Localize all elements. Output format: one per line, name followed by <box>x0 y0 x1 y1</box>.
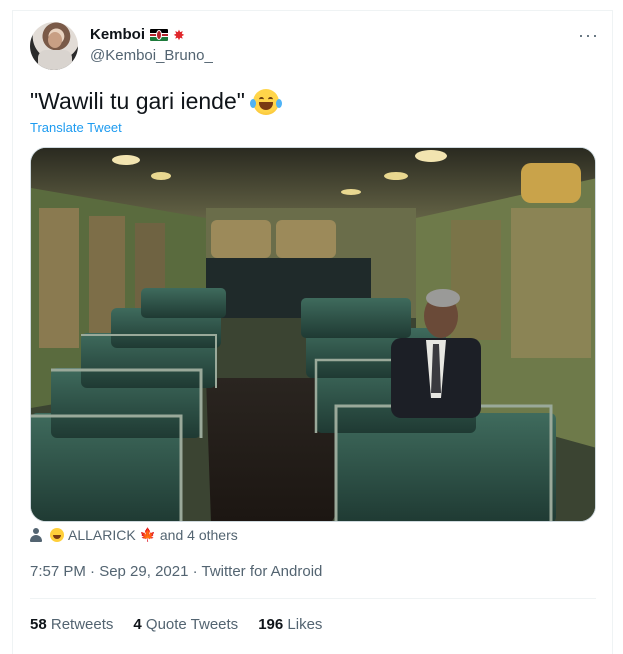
divider <box>30 598 596 599</box>
tweet-text: "Wawili tu gari iende" <box>30 88 282 115</box>
tweet-photo[interactable] <box>30 147 596 522</box>
quote-tweets-stat[interactable]: 4 Quote Tweets <box>133 616 238 633</box>
liked-by-suffix: and 4 others <box>159 527 238 543</box>
avatar[interactable] <box>30 22 78 70</box>
liker-name: ALLARICK <box>68 527 136 543</box>
likes-count: 196 <box>258 616 284 633</box>
more-options-icon[interactable]: ··· <box>578 26 599 44</box>
face-with-tears-of-joy-icon <box>50 528 64 542</box>
collision-icon: ✸ <box>173 26 185 43</box>
kenya-flag-icon <box>150 28 169 41</box>
likes-stat[interactable]: 196 Likes <box>258 616 322 633</box>
quote-tweets-count: 4 <box>133 616 142 633</box>
bus-interior-image <box>31 148 595 521</box>
quote-tweets-label: Quote Tweets <box>145 616 239 633</box>
author-handle[interactable]: @Kemboi_Bruno_ <box>90 47 213 64</box>
tweet-text-content: "Wawili tu gari iende" <box>30 88 245 114</box>
retweets-stat[interactable]: 58 Retweets <box>30 616 113 633</box>
likes-label: Likes <box>287 616 323 633</box>
retweets-label: Retweets <box>50 616 114 633</box>
avatar-head <box>48 32 62 48</box>
engagement-stats: 58 Retweets 4 Quote Tweets 196 Likes <box>30 616 322 633</box>
author-name[interactable]: Kemboi ✸ <box>90 26 187 43</box>
person-icon <box>30 528 42 542</box>
retweets-count: 58 <box>30 616 47 633</box>
maple-leaf-icon: 🍁 <box>139 527 156 542</box>
face-with-tears-of-joy-icon <box>249 88 282 115</box>
tweet-timestamp[interactable]: 7:57 PM · Sep 29, 2021 · Twitter for And… <box>30 563 322 580</box>
display-name: Kemboi <box>90 26 146 43</box>
liked-by-row[interactable]: ALLARICK 🍁 and 4 others <box>30 527 238 543</box>
avatar-body <box>38 50 72 70</box>
translate-tweet-link[interactable]: Translate Tweet <box>30 120 122 135</box>
